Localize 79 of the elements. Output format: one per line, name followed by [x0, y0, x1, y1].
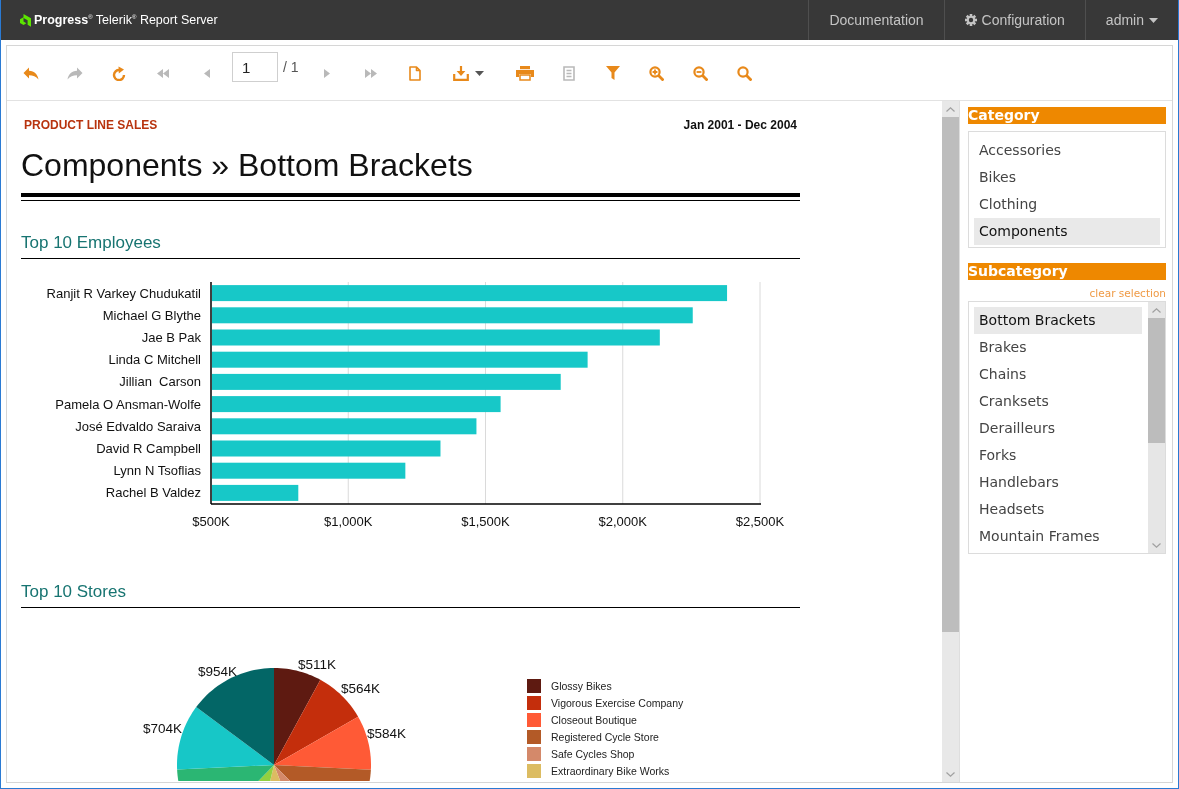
value-label: $564K	[341, 680, 381, 696]
scrollbar[interactable]	[1148, 302, 1165, 553]
legend-label: Safe Cycles Shop	[551, 747, 635, 760]
list-item[interactable]: Brakes	[974, 334, 1142, 361]
filter-header: Subcategory	[968, 263, 1166, 280]
list-item[interactable]: Cranksets	[974, 388, 1142, 415]
value-label: $954K	[197, 663, 237, 679]
nav-link[interactable]: Configuration	[943, 0, 1085, 40]
category-label: Rachel B Valdez	[105, 485, 201, 501]
category-label: Ranjit R Varkey Chudukatil	[46, 285, 201, 301]
page-icon	[408, 65, 421, 81]
list-item[interactable]: Headsets	[974, 496, 1142, 523]
chevron-up-icon[interactable]	[1152, 307, 1161, 313]
list-item[interactable]: Clothing	[974, 191, 1160, 218]
chevron-up-icon[interactable]	[946, 106, 955, 112]
legend-label: Glossy Bikes	[551, 679, 612, 692]
nav-link[interactable]: Documentation	[808, 0, 944, 40]
value-label: $704K	[142, 720, 182, 736]
legend-label: Extraordinary Bike Works	[551, 764, 670, 777]
list-item[interactable]: Accessories	[974, 137, 1160, 164]
tick-label: $2,500K	[735, 513, 785, 529]
filter-icon	[605, 66, 620, 80]
triangle-left-icon	[204, 68, 210, 78]
chevron-down-icon[interactable]	[946, 771, 955, 777]
brand-name: Progress$^{®}$ Telerik$^{®}$ Report Server	[34, 13, 218, 27]
magnifier-icon	[737, 65, 753, 81]
category-label: David R Campbell	[96, 441, 201, 456]
legend-label: Vigorous Exercise Company	[551, 696, 684, 709]
double-triangle-right-icon	[364, 68, 377, 78]
scrollbar-thumb[interactable]	[942, 117, 959, 632]
filter-header: Category	[968, 107, 1166, 124]
section-title: Top 10 Stores	[21, 581, 800, 608]
category-label: Michael G Blythe	[102, 307, 201, 323]
category-label: Jae B Pak	[141, 330, 201, 345]
list-item[interactable]: Chains	[974, 361, 1142, 388]
tick-label: $500K	[192, 513, 230, 529]
caret-down-icon	[1149, 17, 1158, 23]
tick-label: $1,500K	[461, 513, 510, 529]
category-label: Linda C Mitchell	[108, 352, 201, 368]
gear-icon	[964, 14, 977, 26]
category-label: Jillian Carson	[119, 374, 201, 390]
list-item[interactable]: Handlebars	[974, 469, 1142, 496]
category-label: José Edvaldo Saraiva	[75, 418, 201, 434]
legend-label: Registered Cycle Store	[551, 730, 659, 743]
category-label: Lynn N Tsoflias	[113, 463, 201, 479]
document-lines-icon	[562, 65, 575, 81]
page-count: / 1	[283, 59, 299, 75]
curved-arrow-right-icon	[67, 66, 83, 80]
zoom-in-icon	[649, 65, 665, 81]
tick-label: $2,000K	[598, 513, 647, 529]
user-menu[interactable]: admin	[1084, 0, 1178, 40]
page-number-field[interactable]: 1	[232, 52, 278, 82]
caret-down-icon	[474, 70, 484, 76]
printer-icon	[515, 65, 534, 81]
value-label: $584K	[367, 725, 407, 741]
list-item[interactable]: Bikes	[974, 164, 1160, 191]
double-triangle-left-icon	[157, 68, 169, 78]
list-item[interactable]: Forks	[974, 442, 1142, 469]
list-item[interactable]: Mountain Frames	[974, 523, 1142, 550]
zoom-out-icon	[693, 65, 709, 81]
report-label: PRODUCT LINE SALES	[24, 118, 158, 132]
legend-label: Closeout Boutique	[551, 713, 637, 726]
curved-arrow-left-icon	[23, 66, 39, 80]
value-label: $511K	[298, 656, 337, 672]
report-period: Jan 2001 - Dec 2004	[683, 118, 797, 132]
download-icon	[452, 65, 469, 81]
list-item[interactable]: Components	[974, 218, 1160, 245]
scrollbar[interactable]	[942, 101, 959, 782]
logo-icon	[20, 13, 31, 27]
list-item[interactable]: Derailleurs	[974, 415, 1142, 442]
tick-label: $1,000K	[324, 513, 373, 529]
refresh-icon	[112, 65, 126, 81]
chevron-down-icon[interactable]	[1152, 542, 1161, 548]
section-title: Top 10 Employees	[21, 232, 800, 259]
category-label: Pamela O Ansman-Wolfe	[55, 396, 201, 412]
list-item[interactable]: Bottom Brackets	[974, 307, 1142, 334]
triangle-right-icon	[323, 68, 330, 78]
scrollbar-thumb[interactable]	[1148, 318, 1165, 443]
report-title: Components » Bottom Brackets	[21, 146, 474, 185]
